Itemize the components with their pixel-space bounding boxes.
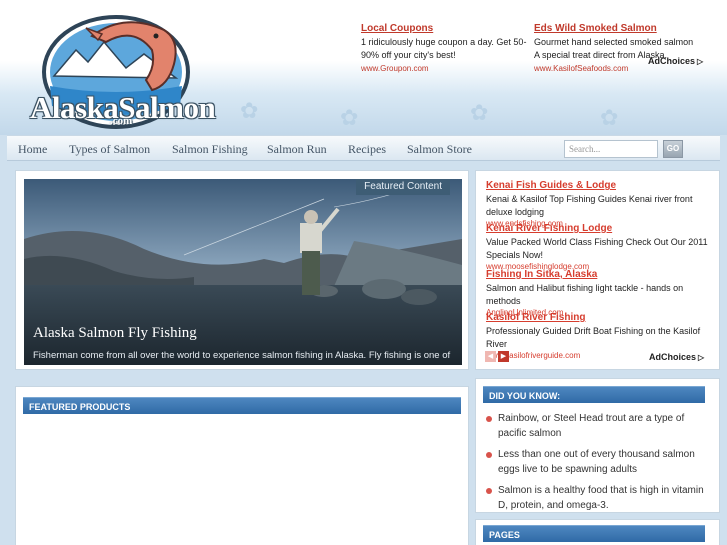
featured-title[interactable]: Alaska Salmon Fly Fishing xyxy=(33,325,197,342)
fish-decoration-icon: ✿ xyxy=(240,98,259,123)
header-ad-2[interactable]: Eds Wild Smoked Salmon Gourmet hand sele… xyxy=(534,22,694,75)
ad-title[interactable]: Kenai River Fishing Lodge xyxy=(486,222,716,235)
nav-item-salmon-store[interactable]: Salmon Store xyxy=(407,142,472,157)
adchoices-link[interactable]: AdChoices ▷ xyxy=(649,352,704,362)
pages-heading: PAGES xyxy=(483,525,705,542)
bullet-icon xyxy=(486,416,492,422)
nav-item-recipes[interactable]: Recipes xyxy=(348,142,386,157)
featured-content-panel: Featured Content Alaska Salmon Fly Fishi… xyxy=(15,170,469,370)
nav-item-salmon-run[interactable]: Salmon Run xyxy=(267,142,327,157)
main-column: Featured Content Alaska Salmon Fly Fishi… xyxy=(15,170,469,545)
nav-item-types-of-salmon[interactable]: Types of Salmon xyxy=(69,142,150,157)
pages-panel: PAGES xyxy=(475,519,720,545)
ad-text: Salmon and Halibut fishing light tackle … xyxy=(486,283,684,306)
fish-decoration-icon: ✿ xyxy=(600,105,619,130)
ad-title[interactable]: Kenai Fish Guides & Lodge xyxy=(486,179,716,192)
adchoices-label: AdChoices xyxy=(649,352,697,362)
ad-title[interactable]: Fishing In Sitka, Alaska xyxy=(486,268,716,281)
ad-text: 1 ridiculously huge coupon a day. Get 50… xyxy=(361,37,527,60)
list-item: Less than one out of every thousand salm… xyxy=(486,447,711,477)
featured-content-tag: Featured Content xyxy=(356,179,450,195)
sidebar-ads-panel: Kenai Fish Guides & Lodge Kenai & Kasilo… xyxy=(475,170,720,370)
ad-title[interactable]: Kasilof River Fishing xyxy=(486,311,716,324)
facts-list: Rainbow, or Steel Head trout are a type … xyxy=(486,411,711,519)
ad-text: Kenai & Kasilof Top Fishing Guides Kenai… xyxy=(486,194,693,217)
adchoices-icon: ▷ xyxy=(698,353,705,362)
featured-products-panel: FEATURED PRODUCTS xyxy=(15,386,469,545)
adchoices-label: AdChoices xyxy=(648,56,696,66)
fish-decoration-icon: ✿ xyxy=(470,100,489,125)
header-ad-1[interactable]: Local Coupons 1 ridiculously huge coupon… xyxy=(361,22,533,75)
featured-slide[interactable]: Featured Content Alaska Salmon Fly Fishi… xyxy=(24,179,462,365)
sidebar-ad[interactable]: Kenai River Fishing Lodge Value Packed W… xyxy=(486,222,716,272)
ad-title[interactable]: Eds Wild Smoked Salmon xyxy=(534,22,694,35)
site-logo[interactable]: AlaskaSalmon .com xyxy=(14,6,216,131)
main-navigation: Home Types of Salmon Salmon Fishing Salm… xyxy=(7,135,720,161)
bullet-icon xyxy=(486,452,492,458)
ad-url[interactable]: www.Groupon.com xyxy=(361,62,533,75)
ad-title[interactable]: Local Coupons xyxy=(361,22,533,35)
list-item: Rainbow, or Steel Head trout are a type … xyxy=(486,411,711,441)
sidebar: Kenai Fish Guides & Lodge Kenai & Kasilo… xyxy=(475,170,720,545)
nav-item-home[interactable]: Home xyxy=(18,142,47,157)
fish-decoration-icon: ✿ xyxy=(340,105,359,130)
did-you-know-heading: DID YOU KNOW: xyxy=(483,386,705,403)
search-go-button[interactable]: GO xyxy=(663,140,683,158)
list-item: Salmon is a healthy food that is high in… xyxy=(486,483,711,513)
ad-prev-arrow-icon[interactable]: ◀ xyxy=(485,351,496,362)
adchoices-link[interactable]: AdChoices ▷ xyxy=(648,56,703,66)
featured-products-heading: FEATURED PRODUCTS xyxy=(23,397,461,414)
site-header: ✿ ✿ ✿ ✿ AlaskaSalmon .com Local Coupons … xyxy=(0,0,727,135)
adchoices-icon: ▷ xyxy=(697,57,704,66)
ad-text: Professionaly Guided Drift Boat Fishing … xyxy=(486,326,701,349)
ad-text: Value Packed World Class Fishing Check O… xyxy=(486,237,708,260)
bullet-icon xyxy=(486,488,492,494)
ad-next-arrow-icon[interactable]: ▶ xyxy=(498,351,509,362)
search-input[interactable] xyxy=(564,140,658,158)
featured-description: Fisherman come from all over the world t… xyxy=(33,350,451,365)
fact-text: Salmon is a healthy food that is high in… xyxy=(498,485,704,511)
fact-text: Rainbow, or Steel Head trout are a type … xyxy=(498,413,685,439)
nav-item-salmon-fishing[interactable]: Salmon Fishing xyxy=(172,142,248,157)
logo-subtext: .com xyxy=(110,115,133,127)
fact-text: Less than one out of every thousand salm… xyxy=(498,449,695,475)
did-you-know-panel: DID YOU KNOW: Rainbow, or Steel Head tro… xyxy=(475,378,720,513)
